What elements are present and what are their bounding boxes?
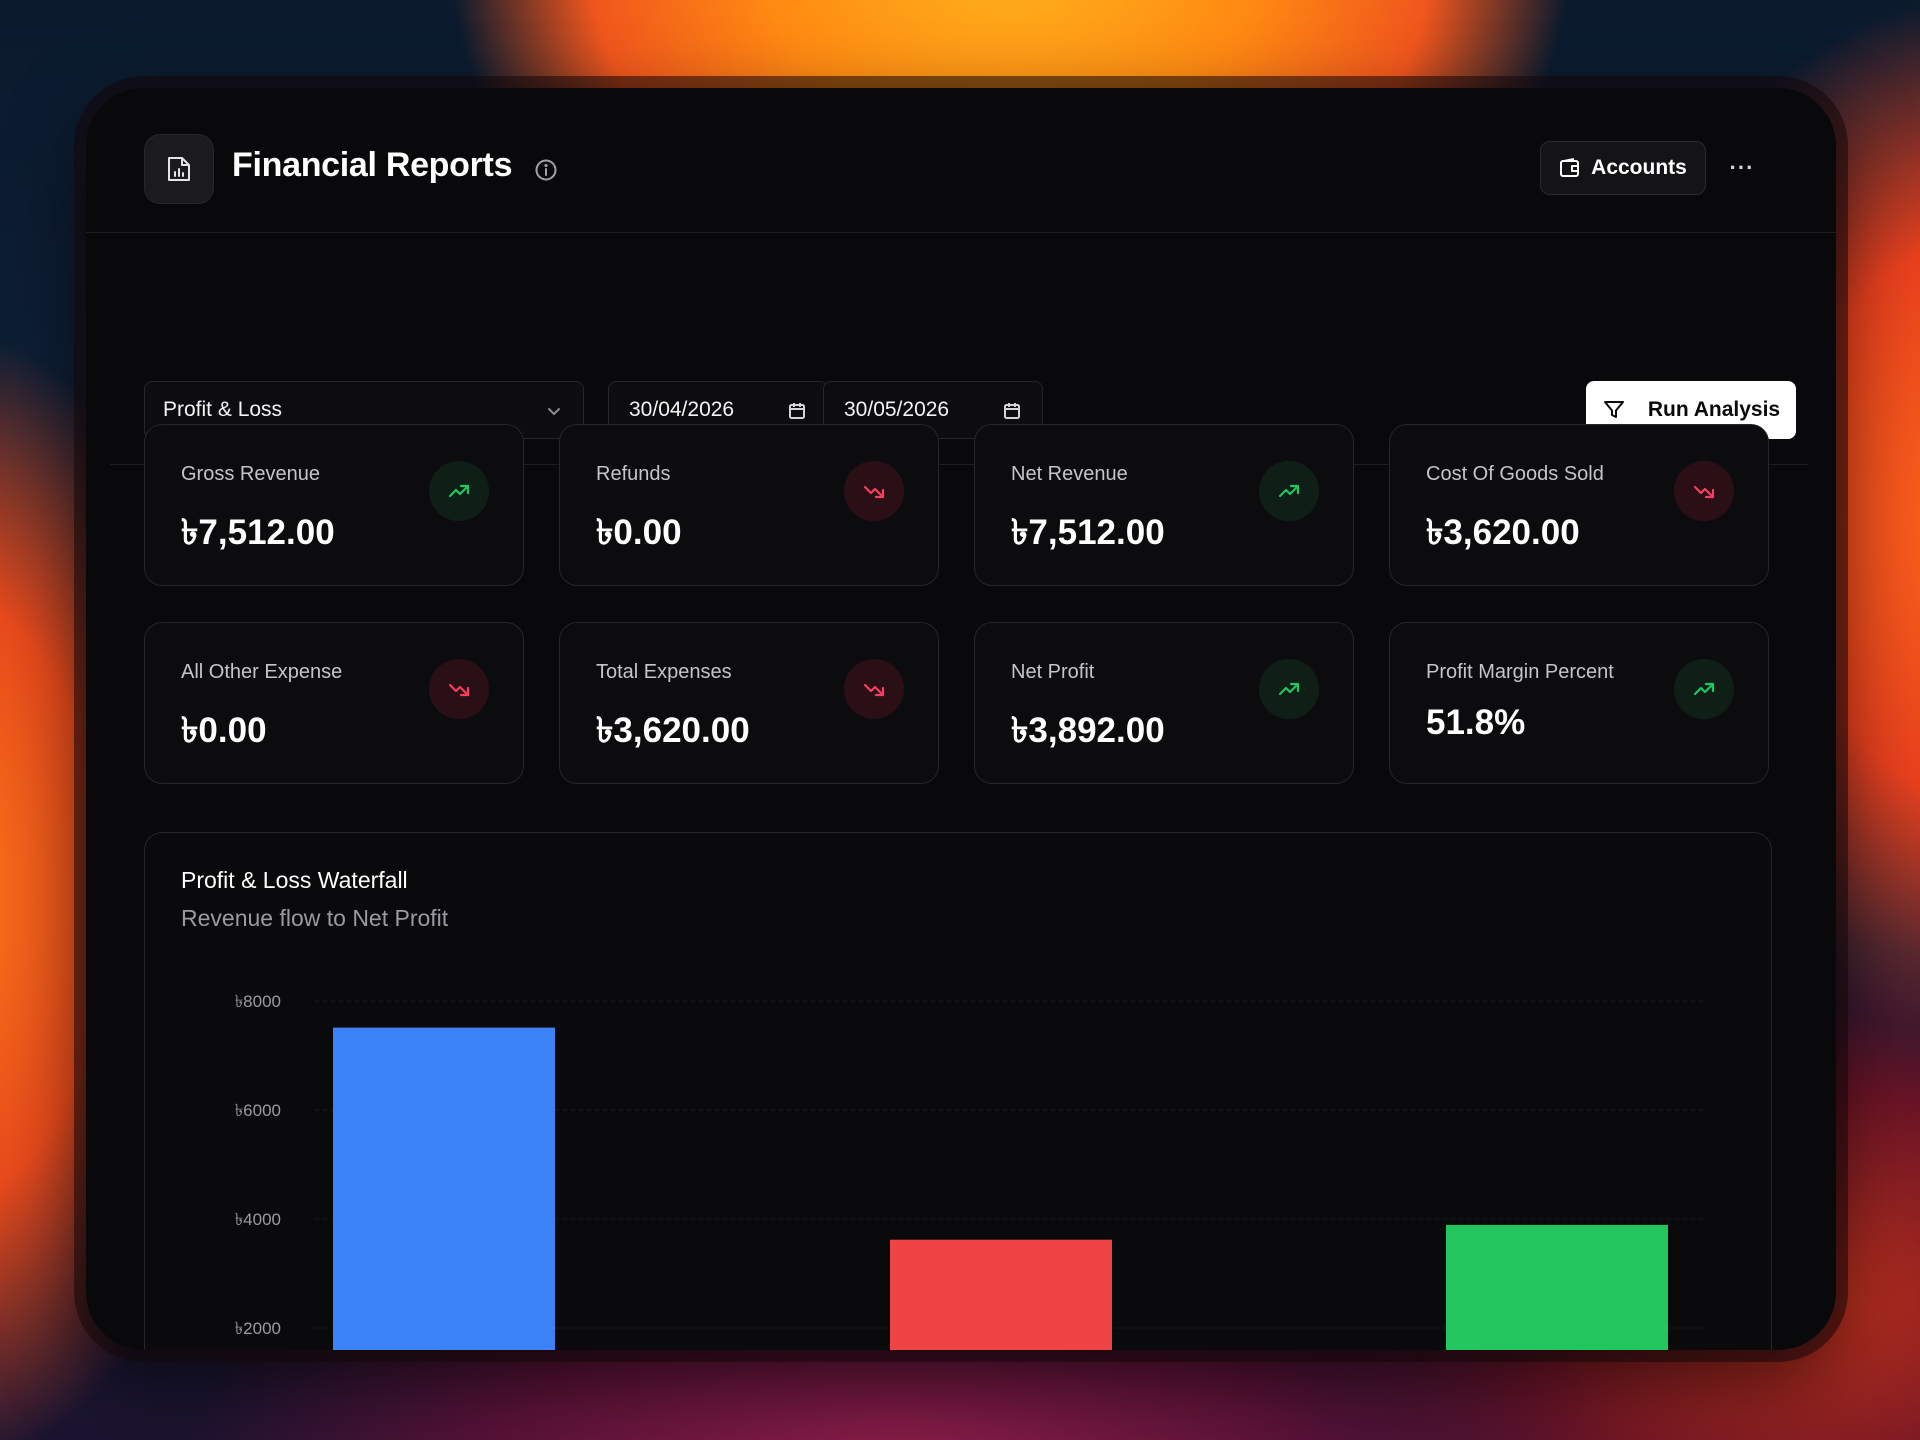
- trending-down-icon: [844, 659, 904, 719]
- report-icon: [144, 134, 214, 204]
- more-icon: ···: [1729, 155, 1755, 180]
- page-title: Financial Reports: [232, 146, 513, 184]
- metric-value: ৳0.00: [181, 711, 267, 750]
- metric-label: Net Profit: [1011, 661, 1095, 683]
- accounts-button[interactable]: Accounts: [1540, 141, 1706, 195]
- y-tick-label: ৳4000: [235, 1210, 281, 1229]
- metric-label: Total Expenses: [596, 661, 732, 683]
- metric-value: ৳3,620.00: [596, 711, 750, 750]
- metric-value: 51.8%: [1426, 703, 1526, 742]
- chart-bar[interactable]: [333, 1027, 555, 1350]
- accounts-label: Accounts: [1591, 156, 1687, 179]
- wallet-icon: [1560, 158, 1580, 177]
- app-window: Financial Reports Accounts ··· Profit & …: [86, 88, 1836, 1350]
- metric-value: ৳3,620.00: [1426, 513, 1580, 552]
- calendar-icon[interactable]: [787, 401, 807, 421]
- chevron-down-icon: [548, 408, 560, 415]
- trending-up-icon: [1674, 659, 1734, 719]
- waterfall-chart-card: Profit & Loss Waterfall Revenue flow to …: [144, 832, 1772, 1350]
- calendar-icon[interactable]: [1002, 401, 1022, 421]
- metric-card: Net Profit ৳3,892.00: [974, 622, 1354, 784]
- run-analysis-label: Run Analysis: [1647, 398, 1781, 421]
- metric-card: All Other Expense ৳0.00: [144, 622, 524, 784]
- y-tick-label: ৳2000: [235, 1319, 281, 1338]
- filter-icon: [1603, 401, 1624, 418]
- metric-card: Refunds ৳0.00: [559, 424, 939, 586]
- trending-up-icon: [429, 461, 489, 521]
- metric-value: ৳7,512.00: [181, 513, 335, 552]
- chart-bar[interactable]: [1446, 1224, 1668, 1350]
- trending-down-icon: [844, 461, 904, 521]
- metric-value: ৳7,512.00: [1011, 513, 1165, 552]
- trending-up-icon: [1259, 659, 1319, 719]
- date-to-value: 30/05/2026: [844, 398, 950, 421]
- metric-value: ৳3,892.00: [1011, 711, 1165, 750]
- report-type-value: Profit & Loss: [163, 398, 283, 421]
- metric-card: Profit Margin Percent 51.8%: [1389, 622, 1769, 784]
- header-bar: Financial Reports Accounts ···: [86, 88, 1836, 233]
- metric-value: ৳0.00: [596, 513, 682, 552]
- y-tick-label: ৳8000: [235, 992, 281, 1011]
- more-options-button[interactable]: ···: [1722, 148, 1762, 188]
- metric-label: Cost Of Goods Sold: [1426, 463, 1604, 485]
- waterfall-chart: ৳8000 ৳6000 ৳4000 ৳2000: [235, 992, 1705, 1350]
- chart-bar[interactable]: [890, 1239, 1112, 1350]
- metric-label: Refunds: [596, 463, 671, 485]
- trending-down-icon: [1674, 461, 1734, 521]
- metric-label: Net Revenue: [1011, 463, 1128, 485]
- metric-card: Total Expenses ৳3,620.00: [559, 622, 939, 784]
- date-from-value: 30/04/2026: [629, 398, 735, 421]
- info-icon[interactable]: [534, 158, 558, 182]
- metric-card: Gross Revenue ৳7,512.00: [144, 424, 524, 586]
- y-tick-label: ৳6000: [235, 1101, 281, 1120]
- metric-label: Profit Margin Percent: [1426, 661, 1614, 683]
- trending-up-icon: [1259, 461, 1319, 521]
- metric-label: All Other Expense: [181, 661, 343, 683]
- metric-card: Cost Of Goods Sold ৳3,620.00: [1389, 424, 1769, 586]
- metric-label: Gross Revenue: [181, 463, 320, 485]
- metric-card: Net Revenue ৳7,512.00: [974, 424, 1354, 586]
- trending-down-icon: [429, 659, 489, 719]
